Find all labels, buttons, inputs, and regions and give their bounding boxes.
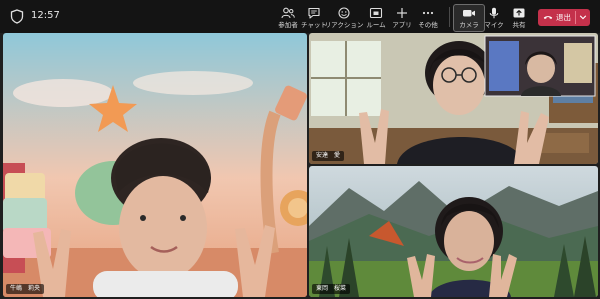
more-button[interactable]: その他 — [411, 5, 445, 31]
chevron-down-icon[interactable] — [579, 13, 587, 21]
apps-icon — [397, 8, 407, 18]
mic-icon — [489, 7, 499, 19]
video-tile-bottom-right[interactable]: 東岡 桜菜 — [309, 166, 598, 297]
more-icon — [422, 11, 434, 15]
rooms-icon — [369, 7, 383, 19]
participant-name-main: 牛嶋 莉央 — [6, 284, 45, 294]
meeting-timer: 12:57 — [31, 10, 60, 21]
participants-icon — [281, 7, 295, 19]
participant-video-bottom-right — [309, 166, 598, 297]
camera-icon — [463, 10, 475, 17]
share-label: 共有 — [512, 21, 526, 29]
leave-label: 退出 — [556, 13, 571, 22]
video-tile-main[interactable]: 牛嶋 莉央 — [3, 33, 307, 297]
share-button[interactable]: 共有 — [502, 5, 536, 31]
participant-name-bottom-right: 東岡 桜菜 — [312, 284, 351, 294]
participant-video-top-right — [309, 33, 598, 164]
participant-name-top-right: 安達 愛 — [312, 151, 345, 161]
share-icon — [513, 8, 525, 18]
video-tile-top-right[interactable]: 安達 愛 — [309, 33, 598, 164]
phone-icon — [543, 16, 553, 19]
reactions-icon — [338, 7, 350, 19]
leave-divider — [575, 11, 576, 24]
more-label: その他 — [418, 21, 438, 29]
shield-icon — [10, 9, 24, 24]
participant-video-main — [3, 33, 307, 297]
chat-icon — [308, 7, 320, 19]
meeting-toolbar: 12:57 参加者 チャット リアクション ルーム アプリ その他 カメラ マイ… — [0, 0, 600, 33]
leave-button[interactable]: 退出 — [538, 9, 590, 26]
